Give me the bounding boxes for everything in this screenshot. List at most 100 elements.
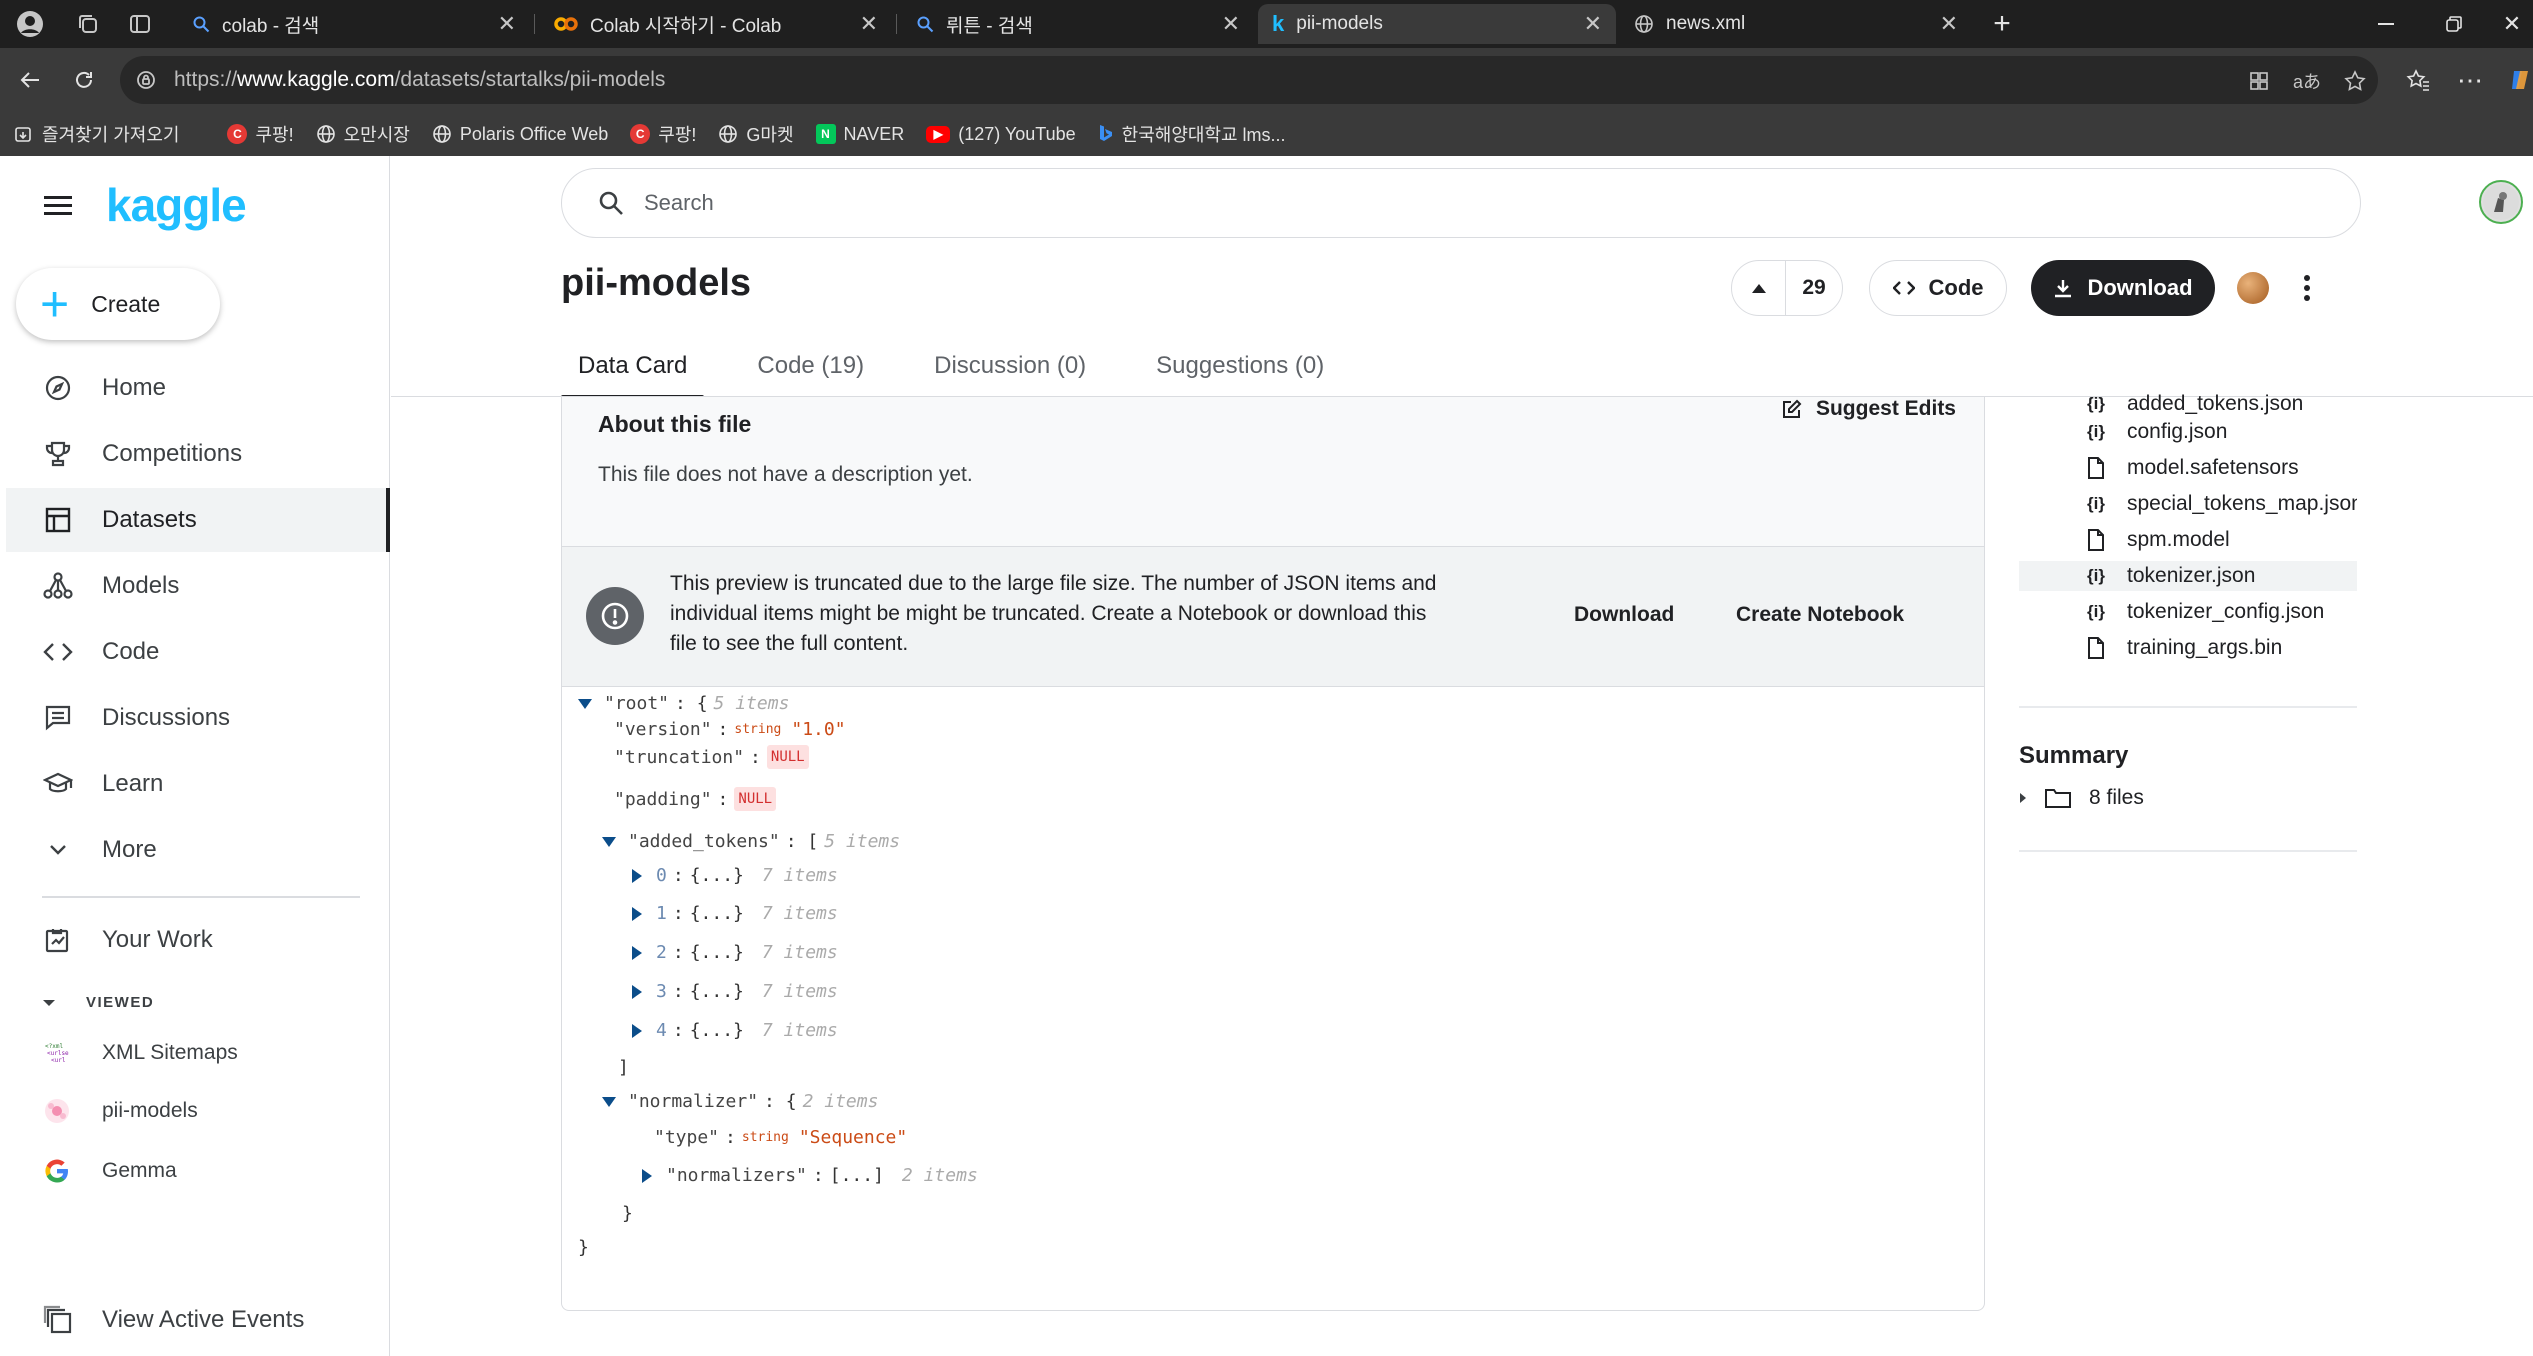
- file-item[interactable]: {i} special_tokens_map.json: [2019, 489, 2357, 519]
- json-node-added-token-item[interactable]: 2 : {...} 7 items: [632, 942, 838, 963]
- minimize-icon[interactable]: [2366, 8, 2406, 40]
- bookmark-gmarket[interactable]: G마켓: [718, 121, 794, 147]
- new-tab-button[interactable]: +: [1982, 7, 2022, 40]
- kaggle-logo[interactable]: kaggle: [106, 178, 247, 232]
- sidebar-item-your-work[interactable]: Your Work: [6, 908, 390, 972]
- bookmark-naver[interactable]: N NAVER: [815, 124, 904, 145]
- create-notebook-button[interactable]: Create Notebook: [1736, 603, 1904, 627]
- sidebar-item-view-active-events[interactable]: View Active Events: [6, 1288, 390, 1352]
- browser-tab-news-xml[interactable]: news.xml ✕: [1620, 4, 1972, 44]
- file-item[interactable]: {i} added_tokens.json: [2019, 389, 2357, 419]
- sidebar-item-home[interactable]: Home: [6, 356, 390, 420]
- sidebar-item-discussions[interactable]: Discussions: [6, 686, 390, 750]
- site-info-icon[interactable]: [136, 70, 156, 90]
- workspaces-icon[interactable]: [72, 8, 104, 40]
- close-icon[interactable]: ✕: [860, 11, 878, 37]
- dataset-owner-avatar[interactable]: [2237, 272, 2269, 304]
- notice-download-button[interactable]: Download: [1574, 603, 1674, 627]
- file-item-selected[interactable]: {i} tokenizer.json: [2019, 561, 2357, 591]
- json-node-added-token-item[interactable]: 0 : {...} 7 items: [632, 865, 838, 886]
- vertical-tabs-icon[interactable]: [124, 8, 156, 40]
- sidebar-item-datasets[interactable]: Datasets: [6, 488, 390, 552]
- restore-icon[interactable]: [2434, 8, 2474, 40]
- bookmark-coupang-2[interactable]: C 쿠팡!: [630, 121, 696, 147]
- favorite-star-icon[interactable]: [2340, 66, 2370, 96]
- close-icon[interactable]: ✕: [1940, 11, 1958, 37]
- json-node-normalizers[interactable]: "normalizers" : [...] 2 items: [642, 1165, 978, 1186]
- json-node-added-tokens[interactable]: "added_tokens" : [ 5 items: [602, 831, 900, 852]
- caret-collapsed-icon[interactable]: [632, 945, 642, 960]
- create-button[interactable]: + Create: [16, 268, 220, 340]
- close-icon[interactable]: ✕: [1222, 11, 1240, 37]
- file-item[interactable]: {i} config.json: [2019, 417, 2357, 447]
- upvote-widget[interactable]: 29: [1731, 260, 1843, 316]
- favorites-icon[interactable]: [2400, 62, 2436, 98]
- summary-files-row[interactable]: 8 files: [2019, 786, 2144, 810]
- caret-expanded-icon[interactable]: [602, 1096, 616, 1107]
- file-item[interactable]: spm.model: [2019, 525, 2357, 555]
- upvote-arrow-icon[interactable]: [1732, 260, 1786, 316]
- sidebar-item-more[interactable]: More: [6, 818, 390, 882]
- bookmark-youtube[interactable]: ▶ (127) YouTube: [926, 124, 1076, 145]
- file-item[interactable]: {i} tokenizer_config.json: [2019, 597, 2357, 627]
- bookmark-polaris[interactable]: Polaris Office Web: [432, 124, 608, 145]
- browser-tab-pii-models[interactable]: k pii-models ✕: [1258, 4, 1616, 44]
- json-node-added-token-item[interactable]: 3 : {...} 7 items: [632, 981, 838, 1002]
- refresh-icon[interactable]: [66, 62, 102, 98]
- tab-data-card[interactable]: Data Card: [561, 336, 705, 399]
- caret-collapsed-icon[interactable]: [632, 984, 642, 999]
- close-icon[interactable]: ✕: [1584, 11, 1602, 37]
- bookmark-omansijang[interactable]: 오만시장: [316, 121, 410, 147]
- json-node-added-token-item[interactable]: 4 : {...} 7 items: [632, 1020, 838, 1041]
- hamburger-menu-icon[interactable]: [44, 194, 78, 224]
- json-node-root[interactable]: "root" : { 5 items: [578, 693, 789, 714]
- tab-suggestions[interactable]: Suggestions (0): [1139, 336, 1341, 396]
- sidebar-item-competitions[interactable]: Competitions: [6, 422, 390, 486]
- app-available-icon[interactable]: [2244, 66, 2274, 96]
- naver-icon: N: [815, 124, 836, 144]
- caret-collapsed-icon[interactable]: [642, 1168, 652, 1183]
- browser-tab-wrtn-search[interactable]: 뤼튼 - 검색 ✕: [902, 4, 1254, 44]
- json-node-added-token-item[interactable]: 1 : {...} 7 items: [632, 903, 838, 924]
- viewed-item-xml-sitemaps[interactable]: <?xml <urlse <url XML Sitemaps: [42, 1038, 238, 1068]
- browser-tab-colab-search[interactable]: colab - 검색 ✕: [178, 4, 530, 44]
- sidebar-item-code[interactable]: Code: [6, 620, 390, 684]
- bookmark-import[interactable]: 즐겨찾기 가져오기: [14, 121, 179, 147]
- url-field[interactable]: https://www.kaggle.com/datasets/startalk…: [120, 56, 2378, 104]
- suggest-edits-button[interactable]: Suggest Edits: [1782, 397, 1956, 421]
- json-node-version: "version" : string "1.0": [614, 719, 846, 740]
- tab-code[interactable]: Code (19): [740, 336, 881, 396]
- file-item[interactable]: training_args.bin: [2019, 633, 2357, 663]
- copilot-icon[interactable]: [2502, 62, 2533, 98]
- sidebar-item-models[interactable]: Models: [6, 554, 390, 618]
- viewed-section-header[interactable]: VIEWED: [42, 994, 154, 1011]
- download-button[interactable]: Download: [2031, 260, 2215, 316]
- bookmark-kmou-lms[interactable]: 한국해양대학교 lms...: [1098, 121, 1286, 147]
- more-options-icon[interactable]: [2297, 268, 2317, 308]
- tab-discussion[interactable]: Discussion (0): [917, 336, 1103, 396]
- caret-right-icon[interactable]: [2019, 792, 2027, 804]
- caret-expanded-icon[interactable]: [578, 698, 592, 709]
- search-bar[interactable]: Search: [561, 168, 2361, 238]
- bookmark-coupang[interactable]: C 쿠팡!: [227, 121, 294, 147]
- profile-icon[interactable]: [14, 8, 46, 40]
- sidebar-item-learn[interactable]: Learn: [6, 752, 390, 816]
- caret-expanded-icon[interactable]: [602, 836, 616, 847]
- dataset-tabs: Data Card Code (19) Discussion (0) Sugge…: [561, 336, 1341, 399]
- summary-divider: [2019, 850, 2357, 852]
- json-node-normalizer[interactable]: "normalizer" : { 2 items: [602, 1091, 878, 1112]
- browser-tab-colab[interactable]: Colab 시작하기 - Colab ✕: [540, 4, 892, 44]
- close-window-icon[interactable]: ✕: [2492, 8, 2532, 40]
- translate-icon[interactable]: aあ: [2292, 66, 2322, 96]
- viewed-item-pii-models[interactable]: pii-models: [42, 1096, 198, 1126]
- close-icon[interactable]: ✕: [498, 11, 516, 37]
- viewed-item-gemma[interactable]: Gemma: [42, 1156, 177, 1186]
- back-icon[interactable]: [12, 62, 48, 98]
- more-menu-icon[interactable]: ⋯: [2452, 62, 2488, 98]
- caret-collapsed-icon[interactable]: [632, 868, 642, 883]
- caret-collapsed-icon[interactable]: [632, 1023, 642, 1038]
- user-avatar[interactable]: [2479, 180, 2523, 224]
- code-button[interactable]: Code: [1869, 260, 2007, 316]
- caret-collapsed-icon[interactable]: [632, 906, 642, 921]
- file-item[interactable]: model.safetensors: [2019, 453, 2357, 483]
